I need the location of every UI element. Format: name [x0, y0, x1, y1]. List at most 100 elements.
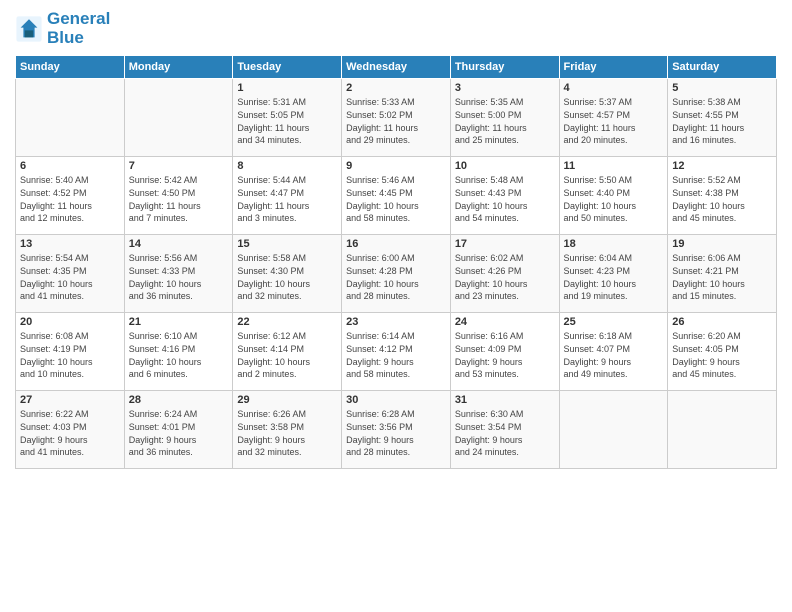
day-number: 17: [455, 238, 555, 250]
day-number: 30: [346, 394, 446, 406]
calendar-week-row: 6Sunrise: 5:40 AM Sunset: 4:52 PM Daylig…: [16, 157, 777, 235]
header: General Blue: [15, 10, 777, 47]
day-info: Sunrise: 6:02 AM Sunset: 4:26 PM Dayligh…: [455, 252, 555, 302]
calendar-cell: 16 Sunrise: 6:00 AM Sunset: 4:28 PM Dayli…: [342, 235, 451, 313]
day-header: Saturday: [668, 56, 777, 79]
day-info: Sunrise: 6:30 AM Sunset: 3:54 PM Dayligh…: [455, 408, 555, 458]
calendar-cell: 2Sunrise: 5:33 AM Sunset: 5:02 PM Daylig…: [342, 79, 451, 157]
day-number: 31: [455, 394, 555, 406]
logo-text: General Blue: [47, 10, 110, 47]
calendar-cell: 30 Sunrise: 6:28 AM Sunset: 3:56 PM Dayli…: [342, 391, 451, 469]
calendar-cell: 18 Sunrise: 6:04 AM Sunset: 4:23 PM Dayli…: [559, 235, 668, 313]
day-number: 23: [346, 316, 446, 328]
day-info: Sunrise: 6:12 AM Sunset: 4:14 PM Dayligh…: [237, 330, 337, 380]
day-header: Thursday: [450, 56, 559, 79]
calendar-cell: 5Sunrise: 5:38 AM Sunset: 4:55 PM Daylig…: [668, 79, 777, 157]
day-header: Wednesday: [342, 56, 451, 79]
day-info: Sunrise: 5:42 AM Sunset: 4:50 PM Dayligh…: [129, 174, 229, 224]
day-number: 21: [129, 316, 229, 328]
day-info: Sunrise: 6:10 AM Sunset: 4:16 PM Dayligh…: [129, 330, 229, 380]
day-number: 10: [455, 160, 555, 172]
day-number: 8: [237, 160, 337, 172]
day-number: 5: [672, 82, 772, 94]
calendar-cell: 10 Sunrise: 5:48 AM Sunset: 4:43 PM Dayli…: [450, 157, 559, 235]
calendar-cell: 17 Sunrise: 6:02 AM Sunset: 4:26 PM Dayli…: [450, 235, 559, 313]
day-number: 9: [346, 160, 446, 172]
day-info: Sunrise: 6:20 AM Sunset: 4:05 PM Dayligh…: [672, 330, 772, 380]
day-number: 18: [564, 238, 664, 250]
day-info: Sunrise: 5:35 AM Sunset: 5:00 PM Dayligh…: [455, 96, 555, 146]
calendar-cell: 26 Sunrise: 6:20 AM Sunset: 4:05 PM Dayli…: [668, 313, 777, 391]
day-number: 24: [455, 316, 555, 328]
calendar-cell: 9Sunrise: 5:46 AM Sunset: 4:45 PM Daylig…: [342, 157, 451, 235]
day-number: 1: [237, 82, 337, 94]
day-number: 16: [346, 238, 446, 250]
calendar-cell: 6Sunrise: 5:40 AM Sunset: 4:52 PM Daylig…: [16, 157, 125, 235]
calendar-cell: 4Sunrise: 5:37 AM Sunset: 4:57 PM Daylig…: [559, 79, 668, 157]
calendar-cell: 13 Sunrise: 5:54 AM Sunset: 4:35 PM Dayli…: [16, 235, 125, 313]
day-number: 7: [129, 160, 229, 172]
day-info: Sunrise: 5:58 AM Sunset: 4:30 PM Dayligh…: [237, 252, 337, 302]
calendar-cell: 19Sunrise: 6:06 AM Sunset: 4:21 PM Dayli…: [668, 235, 777, 313]
calendar-cell: 1 Sunrise: 5:31 AM Sunset: 5:05 PM Daylig…: [233, 79, 342, 157]
calendar-cell: 31 Sunrise: 6:30 AM Sunset: 3:54 PM Dayli…: [450, 391, 559, 469]
calendar-cell: [668, 391, 777, 469]
day-number: 15: [237, 238, 337, 250]
day-info: Sunrise: 6:26 AM Sunset: 3:58 PM Dayligh…: [237, 408, 337, 458]
calendar-week-row: 1 Sunrise: 5:31 AM Sunset: 5:05 PM Daylig…: [16, 79, 777, 157]
calendar-cell: 7 Sunrise: 5:42 AM Sunset: 4:50 PM Daylig…: [124, 157, 233, 235]
day-info: Sunrise: 5:37 AM Sunset: 4:57 PM Dayligh…: [564, 96, 664, 146]
calendar-cell: 3 Sunrise: 5:35 AM Sunset: 5:00 PM Daylig…: [450, 79, 559, 157]
day-number: 22: [237, 316, 337, 328]
day-info: Sunrise: 5:52 AM Sunset: 4:38 PM Dayligh…: [672, 174, 772, 224]
day-info: Sunrise: 6:18 AM Sunset: 4:07 PM Dayligh…: [564, 330, 664, 380]
day-header: Friday: [559, 56, 668, 79]
calendar-cell: 21 Sunrise: 6:10 AM Sunset: 4:16 PM Dayli…: [124, 313, 233, 391]
day-info: Sunrise: 5:48 AM Sunset: 4:43 PM Dayligh…: [455, 174, 555, 224]
calendar-cell: [124, 79, 233, 157]
day-info: Sunrise: 5:56 AM Sunset: 4:33 PM Dayligh…: [129, 252, 229, 302]
day-number: 29: [237, 394, 337, 406]
calendar-cell: 11 Sunrise: 5:50 AM Sunset: 4:40 PM Dayli…: [559, 157, 668, 235]
day-number: 28: [129, 394, 229, 406]
calendar-week-row: 27Sunrise: 6:22 AM Sunset: 4:03 PM Dayli…: [16, 391, 777, 469]
calendar-cell: 24Sunrise: 6:16 AM Sunset: 4:09 PM Dayli…: [450, 313, 559, 391]
calendar-cell: 27Sunrise: 6:22 AM Sunset: 4:03 PM Dayli…: [16, 391, 125, 469]
day-info: Sunrise: 5:50 AM Sunset: 4:40 PM Dayligh…: [564, 174, 664, 224]
day-info: Sunrise: 5:54 AM Sunset: 4:35 PM Dayligh…: [20, 252, 120, 302]
day-number: 2: [346, 82, 446, 94]
day-info: Sunrise: 6:22 AM Sunset: 4:03 PM Dayligh…: [20, 408, 120, 458]
day-header: Tuesday: [233, 56, 342, 79]
page: General Blue SundayMondayTuesdayWednesda…: [0, 0, 792, 612]
calendar-table: SundayMondayTuesdayWednesdayThursdayFrid…: [15, 55, 777, 469]
day-number: 12: [672, 160, 772, 172]
calendar-cell: 28Sunrise: 6:24 AM Sunset: 4:01 PM Dayli…: [124, 391, 233, 469]
logo: General Blue: [15, 10, 110, 47]
calendar-cell: 25Sunrise: 6:18 AM Sunset: 4:07 PM Dayli…: [559, 313, 668, 391]
day-info: Sunrise: 5:44 AM Sunset: 4:47 PM Dayligh…: [237, 174, 337, 224]
day-header: Monday: [124, 56, 233, 79]
day-number: 20: [20, 316, 120, 328]
calendar-cell: 20 Sunrise: 6:08 AM Sunset: 4:19 PM Dayli…: [16, 313, 125, 391]
day-info: Sunrise: 5:31 AM Sunset: 5:05 PM Dayligh…: [237, 96, 337, 146]
day-info: Sunrise: 6:06 AM Sunset: 4:21 PM Dayligh…: [672, 252, 772, 302]
calendar-week-row: 20 Sunrise: 6:08 AM Sunset: 4:19 PM Dayli…: [16, 313, 777, 391]
day-number: 26: [672, 316, 772, 328]
day-number: 13: [20, 238, 120, 250]
day-number: 3: [455, 82, 555, 94]
day-number: 11: [564, 160, 664, 172]
day-info: Sunrise: 6:04 AM Sunset: 4:23 PM Dayligh…: [564, 252, 664, 302]
calendar-cell: 8 Sunrise: 5:44 AM Sunset: 4:47 PM Daylig…: [233, 157, 342, 235]
day-info: Sunrise: 6:00 AM Sunset: 4:28 PM Dayligh…: [346, 252, 446, 302]
header-row: SundayMondayTuesdayWednesdayThursdayFrid…: [16, 56, 777, 79]
day-number: 6: [20, 160, 120, 172]
calendar-cell: [16, 79, 125, 157]
day-info: Sunrise: 6:28 AM Sunset: 3:56 PM Dayligh…: [346, 408, 446, 458]
calendar-cell: 12 Sunrise: 5:52 AM Sunset: 4:38 PM Dayli…: [668, 157, 777, 235]
calendar-cell: [559, 391, 668, 469]
calendar-week-row: 13 Sunrise: 5:54 AM Sunset: 4:35 PM Dayli…: [16, 235, 777, 313]
day-info: Sunrise: 6:08 AM Sunset: 4:19 PM Dayligh…: [20, 330, 120, 380]
calendar-cell: 14Sunrise: 5:56 AM Sunset: 4:33 PM Dayli…: [124, 235, 233, 313]
calendar-cell: 23Sunrise: 6:14 AM Sunset: 4:12 PM Dayli…: [342, 313, 451, 391]
calendar-cell: 22 Sunrise: 6:12 AM Sunset: 4:14 PM Dayli…: [233, 313, 342, 391]
